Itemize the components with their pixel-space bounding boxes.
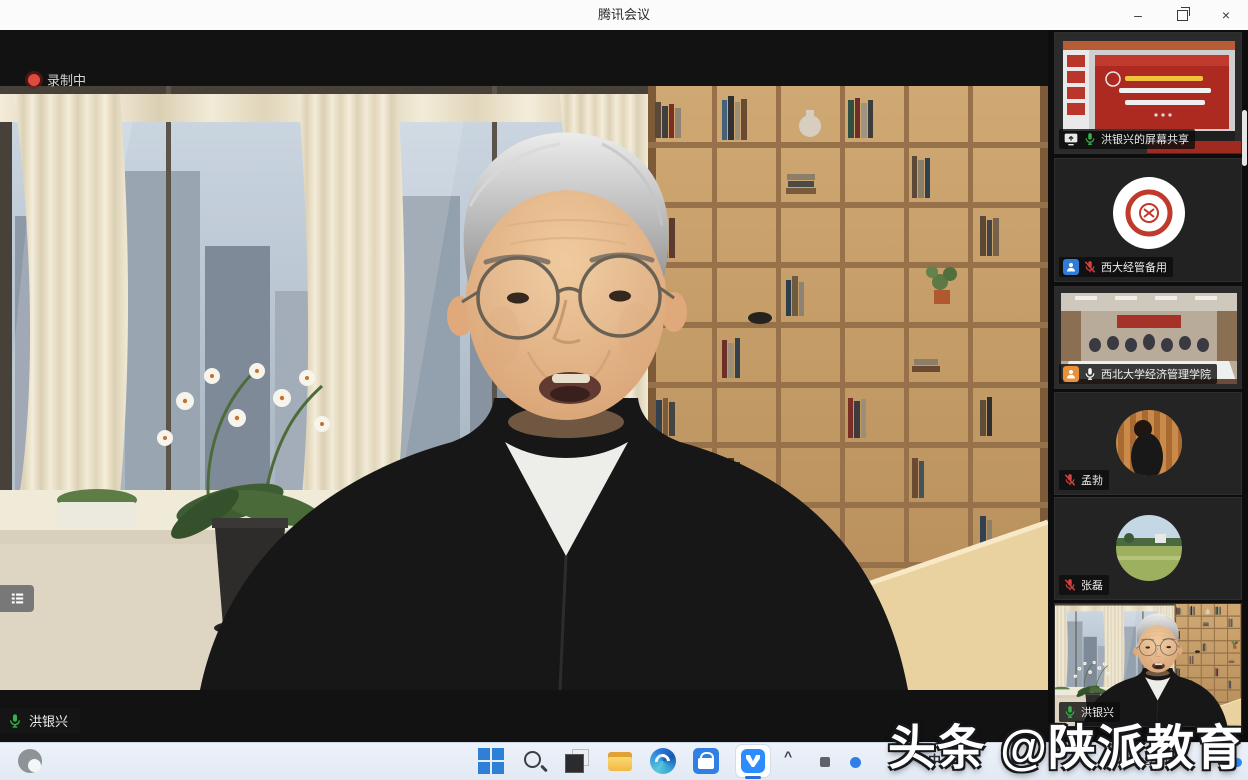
speaker-scene bbox=[0, 86, 1048, 690]
speaker-name-label: 洪银兴 bbox=[0, 708, 80, 733]
meeting-window: 腾讯会议 – × 录制中 洪银兴 bbox=[0, 0, 1248, 780]
participant-tile-screen-share[interactable]: 洪银兴的屏幕共享 bbox=[1054, 32, 1242, 154]
watermark: 头条 @陕派教育 bbox=[888, 708, 1244, 778]
participant-name: 西大经管备用 bbox=[1101, 259, 1167, 275]
participant-tile-zhanglei[interactable]: 张磊 bbox=[1054, 497, 1242, 600]
edge-browser-button[interactable] bbox=[650, 748, 676, 774]
mic-on-icon bbox=[1083, 132, 1097, 146]
list-layout-icon bbox=[9, 590, 26, 607]
sidebar-scrollbar[interactable] bbox=[1242, 110, 1247, 166]
microsoft-store-button[interactable] bbox=[693, 748, 719, 774]
mic-active-icon bbox=[1083, 367, 1097, 381]
mic-muted-icon bbox=[1083, 260, 1097, 274]
tray-icon-blue[interactable] bbox=[850, 757, 861, 768]
speaker-name: 洪银兴 bbox=[29, 711, 68, 730]
participant-name: 张磊 bbox=[1081, 577, 1103, 593]
weather-widget-button[interactable] bbox=[18, 749, 42, 773]
minimize-button[interactable]: – bbox=[1116, 0, 1160, 30]
participant-name-label: 西大经管备用 bbox=[1059, 257, 1173, 277]
participant-tile-mengbo[interactable]: 孟勃 bbox=[1054, 392, 1242, 495]
participant-tile-xida-backup[interactable]: 西大经管备用 bbox=[1054, 158, 1242, 282]
mic-on-icon bbox=[7, 713, 23, 729]
participant-name-label: 张磊 bbox=[1059, 575, 1109, 595]
taskbar-app-icons bbox=[478, 742, 770, 780]
recording-indicator: 录制中 bbox=[28, 70, 86, 89]
cohost-person-icon bbox=[1063, 366, 1079, 382]
participant-name: 洪银兴的屏幕共享 bbox=[1101, 131, 1189, 147]
close-button[interactable]: × bbox=[1204, 0, 1248, 30]
search-button[interactable] bbox=[521, 748, 547, 774]
main-stage: 录制中 洪银兴 bbox=[0, 30, 1048, 742]
participant-name: 西北大学经济管理学院 bbox=[1101, 366, 1211, 382]
tray-icon[interactable] bbox=[820, 757, 830, 767]
window-title: 腾讯会议 bbox=[0, 0, 1248, 30]
screen-share-icon bbox=[1063, 131, 1079, 147]
tray-expand-chevron[interactable]: ^ bbox=[784, 748, 792, 764]
participant-name-label: 西北大学经济管理学院 bbox=[1059, 364, 1217, 384]
file-explorer-button[interactable] bbox=[607, 748, 633, 774]
tencent-meeting-icon bbox=[741, 749, 765, 773]
participant-name-label: 孟勃 bbox=[1059, 470, 1109, 490]
recording-label: 录制中 bbox=[47, 70, 86, 89]
recording-dot-icon bbox=[28, 74, 40, 86]
snipping-app-button[interactable] bbox=[564, 748, 590, 774]
start-button[interactable] bbox=[478, 748, 504, 774]
main-video[interactable] bbox=[0, 86, 1048, 690]
participant-tile-conference-room[interactable]: 西北大学经济管理学院 bbox=[1054, 286, 1242, 389]
layout-toggle-button[interactable] bbox=[0, 585, 34, 612]
participant-name: 孟勃 bbox=[1081, 472, 1103, 488]
mic-muted-icon bbox=[1063, 578, 1077, 592]
maximize-button[interactable] bbox=[1160, 0, 1204, 30]
window-titlebar: 腾讯会议 – × bbox=[0, 0, 1248, 31]
active-app-indicator bbox=[745, 776, 761, 779]
host-person-icon bbox=[1063, 259, 1079, 275]
participant-sidebar: 洪银兴的屏幕共享 西大经管备用 bbox=[1048, 30, 1248, 742]
tencent-meeting-app-button[interactable] bbox=[736, 745, 770, 777]
mic-muted-icon bbox=[1063, 473, 1077, 487]
restore-icon bbox=[1177, 10, 1188, 21]
participant-name-label: 洪银兴的屏幕共享 bbox=[1059, 129, 1195, 149]
